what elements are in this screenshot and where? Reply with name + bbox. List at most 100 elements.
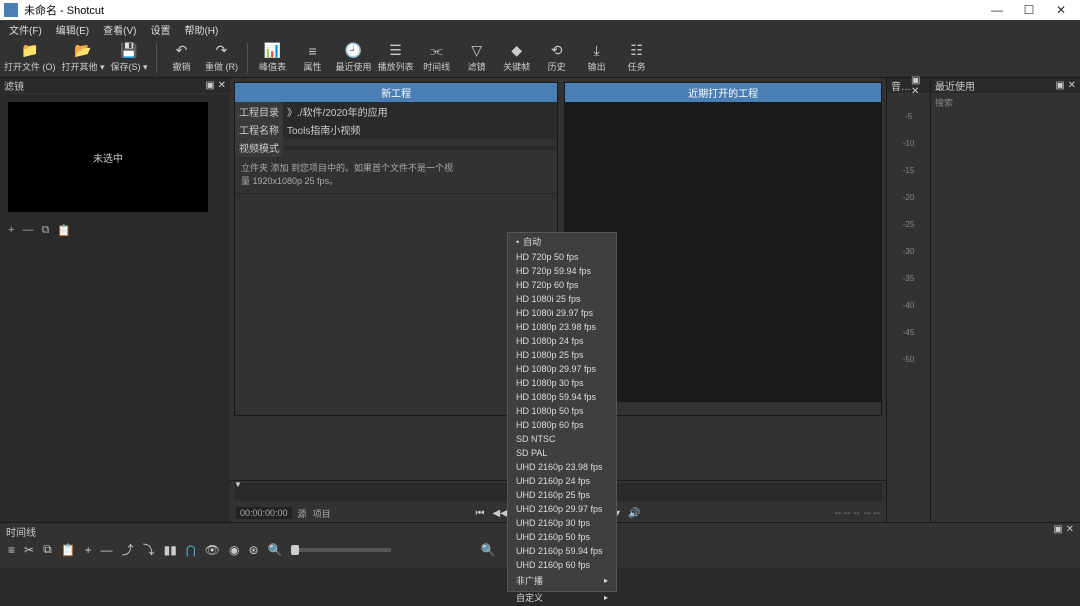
copy-filter-button[interactable]: ⧉ (41, 224, 49, 237)
snap-icon[interactable]: ⋂ (186, 543, 196, 557)
project-tab[interactable]: 项目 (313, 507, 331, 520)
video-mode-option[interactable]: UHD 2160p 50 fps (508, 530, 616, 544)
video-mode-option[interactable]: SD PAL (508, 446, 616, 460)
timeline-icon: ⫘ (428, 43, 446, 59)
video-mode-option[interactable]: HD 1080p 29.97 fps (508, 362, 616, 376)
toolbar-props-button[interactable]: ≡属性 (296, 40, 330, 76)
add-filter-button[interactable]: + (8, 224, 14, 237)
skip-prev-button[interactable]: ◀◀ (493, 508, 508, 519)
toolbar-folder2-button[interactable]: 📂打开其他 ▾ (62, 40, 105, 76)
video-mode-option[interactable]: HD 720p 60 fps (508, 278, 616, 292)
video-mode-option[interactable]: HD 1080p 23.98 fps (508, 320, 616, 334)
toolbar-label: 保存(S) ▾ (111, 60, 148, 73)
video-mode-option[interactable]: HD 1080i 25 fps (508, 292, 616, 306)
toolbar-redo-button[interactable]: ↷重做 (R) (205, 40, 239, 76)
video-mode-option[interactable]: HD 720p 59.94 fps (508, 264, 616, 278)
menu-item-0[interactable]: 文件(F) (4, 21, 47, 38)
menu-icon[interactable]: ≡ (8, 543, 15, 557)
filters-panel-title: 滤镜 (4, 78, 24, 93)
video-mode-option[interactable]: UHD 2160p 23.98 fps (508, 460, 616, 474)
remove-filter-button[interactable]: — (22, 224, 33, 237)
video-mode-option[interactable]: UHD 2160p 29.97 fps (508, 502, 616, 516)
close-button[interactable]: ✕ (1046, 1, 1076, 19)
toolbar-folder-button[interactable]: 📁打开文件 (O) (4, 40, 56, 76)
history-icon: ⟲ (548, 43, 566, 59)
video-mode-option[interactable]: 自动 (508, 233, 616, 250)
paste-icon[interactable]: 📋 (61, 543, 76, 557)
paste-filter-button[interactable]: 📋 (57, 224, 71, 237)
timecode-display[interactable]: 00:00:00:00 (236, 507, 292, 519)
ripple-icon[interactable]: ◉ (229, 543, 239, 557)
menu-item-4[interactable]: 帮助(H) (179, 21, 223, 38)
video-mode-option[interactable]: HD 720p 50 fps (508, 250, 616, 264)
video-mode-option[interactable]: HD 1080p 59.94 fps (508, 390, 616, 404)
toolbar-undo-button[interactable]: ↶撤销 (165, 40, 199, 76)
panel-float-icon[interactable]: ▣ ✕ (1055, 80, 1076, 91)
toolbar-filter-button[interactable]: ▽滤镜 (460, 40, 494, 76)
toolbar-recent-button[interactable]: 🕘最近使用 (336, 40, 372, 76)
toolbar-label: 关键帧 (503, 60, 530, 73)
keyframe-icon: ◆ (508, 43, 526, 59)
video-mode-field[interactable] (283, 146, 557, 150)
video-mode-option[interactable]: HD 1080i 29.97 fps (508, 306, 616, 320)
preview-box: 未选中 (8, 102, 208, 212)
zoom-slider[interactable] (291, 548, 391, 552)
lift-icon[interactable]: ⤴ (122, 541, 134, 558)
project-hint: 立件夹 添加 到您项目中的。如果首个文件不是一个视 量 1920x1080p 2… (235, 156, 557, 193)
video-mode-option[interactable]: 自定义 (508, 589, 616, 606)
main-toolbar: 📁打开文件 (O)📂打开其他 ▾💾保存(S) ▾ ↶撤销↷重做 (R) 📊峰值表≡属… (0, 38, 1080, 78)
maximize-button[interactable]: ☐ (1014, 1, 1044, 19)
scrub-icon[interactable]: 👁 (205, 543, 220, 557)
toolbar-export-button[interactable]: ⤓输出 (580, 40, 614, 76)
zoom-in-icon[interactable]: 🔍 (480, 543, 495, 557)
ripple-all-icon[interactable]: ⊛ (248, 543, 258, 557)
menu-item-3[interactable]: 设置 (145, 21, 175, 38)
video-mode-option[interactable]: HD 1080p 30 fps (508, 376, 616, 390)
playlist-icon: ☰ (387, 43, 405, 59)
video-mode-option[interactable]: SD NTSC (508, 432, 616, 446)
toolbar-timeline-button[interactable]: ⫘时间线 (420, 40, 454, 76)
video-mode-option[interactable]: HD 1080p 50 fps (508, 404, 616, 418)
copy-icon[interactable]: ⧉ (43, 542, 52, 557)
video-mode-option[interactable]: UHD 2160p 59.94 fps (508, 544, 616, 558)
overwrite-icon[interactable]: ⤵ (143, 541, 155, 558)
project-name-field[interactable]: Tools指南小视频 (283, 120, 557, 139)
toolbar-jobs-button[interactable]: ☷任务 (620, 40, 654, 76)
toolbar-label: 历史 (548, 60, 566, 73)
window-titlebar: 未命名 - Shotcut — ☐ ✕ (0, 0, 1080, 20)
video-mode-option[interactable]: HD 1080p 60 fps (508, 418, 616, 432)
video-mode-option[interactable]: HD 1080p 24 fps (508, 334, 616, 348)
video-mode-option[interactable]: UHD 2160p 25 fps (508, 488, 616, 502)
panel-close-icon[interactable]: ▣ ✕ (205, 80, 226, 91)
zoom-out-icon[interactable]: 🔍 (268, 543, 283, 557)
video-mode-option[interactable]: HD 1080p 25 fps (508, 348, 616, 362)
project-dir-field[interactable]: 》./软件/2020年的应用 (283, 102, 557, 121)
split-icon[interactable]: ▮▮ (164, 543, 177, 557)
skip-start-button[interactable]: ⏮ (476, 508, 485, 519)
window-title: 未命名 - Shotcut (24, 2, 982, 18)
toolbar-keyframe-button[interactable]: ◆关键帧 (500, 40, 534, 76)
video-mode-dropdown: 自动HD 720p 50 fpsHD 720p 59.94 fpsHD 720p… (507, 232, 617, 592)
video-mode-option[interactable]: 非广播 (508, 572, 616, 589)
menu-item-2[interactable]: 查看(V) (98, 21, 141, 38)
toolbar-meter-button[interactable]: 📊峰值表 (256, 40, 290, 76)
panel-float-icon[interactable]: ▣ ✕ (1053, 524, 1074, 536)
meter-tick: -45 (887, 328, 930, 337)
source-tab[interactable]: 源 (298, 507, 307, 520)
cut-icon[interactable]: ✂ (24, 543, 34, 557)
minimize-button[interactable]: — (982, 1, 1012, 19)
video-mode-label: 视频模式 (235, 138, 283, 157)
filter-icon: ▽ (468, 43, 486, 59)
remove-icon[interactable]: — (101, 543, 113, 557)
toolbar-save-button[interactable]: 💾保存(S) ▾ (111, 40, 148, 76)
append-icon[interactable]: + (85, 543, 92, 557)
recent-search-input[interactable]: 搜索 (931, 94, 1080, 111)
toolbar-history-button[interactable]: ⟲历史 (540, 40, 574, 76)
video-mode-option[interactable]: UHD 2160p 30 fps (508, 516, 616, 530)
video-mode-option[interactable]: UHD 2160p 24 fps (508, 474, 616, 488)
center-area: 新工程 工程目录 》./软件/2020年的应用 工程名称 Tools指南小视频 … (230, 78, 886, 522)
video-mode-option[interactable]: UHD 2160p 60 fps (508, 558, 616, 572)
menu-item-1[interactable]: 编辑(E) (51, 21, 94, 38)
volume-button[interactable]: 🔊 (628, 508, 640, 519)
toolbar-playlist-button[interactable]: ☰播放列表 (378, 40, 414, 76)
